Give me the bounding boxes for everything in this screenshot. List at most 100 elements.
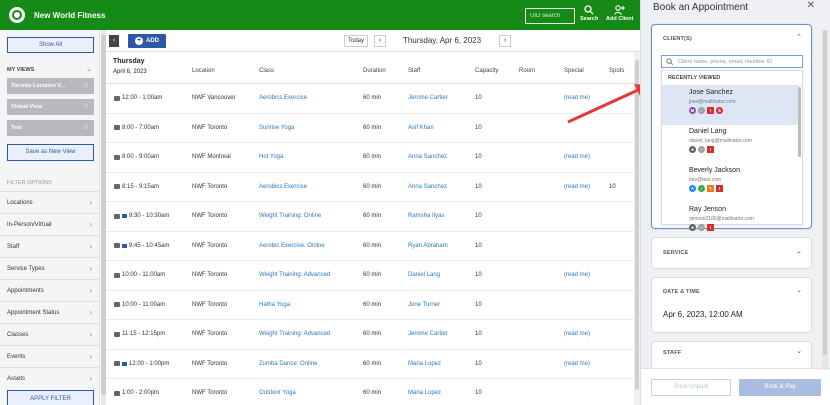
staff-cell[interactable]: Jerome Cartier: [408, 331, 448, 337]
class-cell[interactable]: Weight Training: Advanced: [259, 331, 330, 337]
table-row[interactable]: 10:00 - 11:00am NWF Toronto Hatha Yoga 60 m…: [106, 291, 640, 320]
staff-cell[interactable]: Maria Lopez: [408, 361, 441, 367]
class-cell[interactable]: Aerobic Exercise: Online: [259, 243, 325, 249]
filter-events[interactable]: Events ›: [0, 345, 100, 367]
add-client-button[interactable]: Add Client: [606, 5, 634, 22]
chevron-right-icon: ›: [89, 330, 92, 339]
service-section[interactable]: SERVICE ⌄: [651, 237, 812, 269]
add-button[interactable]: + ADD: [128, 34, 166, 48]
client-email: bev@test.com: [689, 177, 722, 183]
class-cell[interactable]: Outdoor Yoga: [259, 390, 296, 396]
save-new-view-button[interactable]: Save as New View: [7, 144, 94, 161]
table-row[interactable]: 11:15 - 12:15pm NWF Toronto Weight Trainin…: [106, 320, 640, 350]
status-badge-icon: ★: [689, 146, 696, 153]
staff-section[interactable]: STAFF ⌄: [651, 341, 812, 371]
class-cell[interactable]: Zumba Dance: Online: [259, 361, 317, 367]
special-cell[interactable]: (read me): [564, 361, 590, 367]
special-cell[interactable]: (read me): [564, 184, 590, 190]
star-icon[interactable]: ☆: [83, 99, 89, 115]
panel-scroll-thumb[interactable]: [823, 30, 827, 355]
chevron-up-icon[interactable]: ⌃: [796, 33, 802, 41]
star-icon[interactable]: ☆: [83, 78, 89, 94]
filter-staff[interactable]: Staff ›: [0, 235, 100, 257]
in-person-icon: [114, 390, 120, 396]
filter-in-person-virtual[interactable]: In-Person/Virtual ›: [0, 213, 100, 235]
view-item-virtual[interactable]: Virtual View ☆: [7, 99, 94, 115]
table-row[interactable]: 12:00 - 1:00pm NWF Toronto Zumba Dance: On…: [106, 350, 640, 379]
capacity-cell: 10: [475, 242, 482, 249]
chevron-down-icon[interactable]: ⌄: [796, 286, 802, 294]
datetime-section[interactable]: DATE & TIME ⌄ Apr 6, 2023, 12:00 AM: [651, 277, 812, 333]
view-item-toronto[interactable]: Toronto Location V... ☆: [7, 78, 94, 94]
chevron-right-icon: ›: [89, 198, 92, 207]
staff-cell[interactable]: Daniel Lang: [408, 272, 440, 278]
next-day-button[interactable]: ›: [499, 35, 511, 47]
class-cell[interactable]: Sunrise Yoga: [259, 125, 294, 131]
staff-cell[interactable]: Asif Khan: [408, 125, 434, 131]
search-icon: [666, 58, 673, 65]
book-unpaid-button[interactable]: Book Unpaid: [651, 379, 731, 396]
book-appointment-panel: Book an Appointment ✕ CLIENT(S) ⌃ RECENT…: [640, 0, 830, 405]
capacity-cell: 10: [475, 390, 482, 396]
table-row[interactable]: 1:00 - 2:00pm NWF Toronto Outdoor Yoga 60 m…: [106, 379, 640, 405]
top-bar: New World Fitness Search Add Client: [0, 0, 640, 30]
staff-cell[interactable]: Ryan Abraham: [408, 243, 448, 249]
search-button[interactable]: Search: [580, 5, 598, 22]
day-label: Thursday: [113, 58, 145, 65]
staff-cell[interactable]: Ramsha Ilyas: [408, 213, 444, 219]
filter-locations[interactable]: Locations ›: [0, 191, 100, 213]
table-row[interactable]: 10:00 - 11:00am NWF Toronto Weight Trainin…: [106, 261, 640, 291]
special-cell[interactable]: (read me): [564, 154, 590, 160]
class-cell[interactable]: Weight Training: Online: [259, 213, 321, 219]
status-badge-icon: M: [689, 107, 696, 114]
filter-classes[interactable]: Classes ›: [0, 323, 100, 345]
collapse-sidebar-button[interactable]: ‹: [109, 35, 119, 47]
class-cell[interactable]: Weight Training: Advanced: [259, 272, 330, 278]
filter-appointments[interactable]: Appointments ›: [0, 279, 100, 301]
class-cell[interactable]: Aerobics Exercise: [259, 184, 307, 190]
special-cell[interactable]: (read me): [564, 272, 590, 278]
class-cell[interactable]: Hatha Yoga: [259, 302, 290, 308]
staff-cell[interactable]: Jerome Cartier: [408, 95, 448, 101]
chevron-down-icon[interactable]: ⌄: [796, 347, 802, 355]
table-row[interactable]: 9:45 - 10:45am NWF Toronto Aerobic Exercis…: [106, 232, 640, 261]
class-cell[interactable]: Aerobics Exercise: [259, 95, 307, 101]
view-item-test[interactable]: Test ☆: [7, 120, 94, 136]
staff-cell[interactable]: Anna Sanchez: [408, 184, 447, 190]
filter-assets[interactable]: Assets ›: [0, 367, 100, 389]
staff-cell[interactable]: Jone Turner: [408, 302, 440, 308]
table-row[interactable]: 8:00 - 9:00am NWF Montreal Hot Yoga 60 min A…: [106, 143, 640, 173]
client-option[interactable]: Daniel Lang daniel_lang@mailinator.com ★ ✓!: [662, 125, 798, 164]
table-row[interactable]: 8:15 - 9:15am NWF Toronto Aerobics Exercis…: [106, 173, 640, 202]
star-icon[interactable]: ☆: [83, 120, 89, 136]
table-row[interactable]: 9:30 - 10:30am NWF Toronto Weight Training…: [106, 202, 640, 232]
uid-search-input[interactable]: [525, 8, 575, 24]
book-and-pay-button[interactable]: Book & Pay: [739, 379, 821, 396]
time-cell: 11:15 - 12:15pm: [114, 331, 165, 337]
client-option[interactable]: Beverly Jackson bev@test.com A ✓ ✎!: [662, 164, 798, 203]
filter-service-types[interactable]: Service Types ›: [0, 257, 100, 279]
my-views-chevron-icon[interactable]: ⌄: [86, 65, 92, 73]
filter-appointment-status[interactable]: Appointment Status ›: [0, 301, 100, 323]
status-badge-icon: ✎: [707, 185, 714, 192]
close-icon[interactable]: ✕: [807, 0, 815, 11]
special-cell[interactable]: (read me): [564, 331, 590, 337]
today-button[interactable]: Today: [344, 35, 368, 47]
client-email: rjenson3100@mailinator.com: [689, 216, 754, 222]
staff-cell[interactable]: Anna Sanchez: [408, 154, 447, 160]
show-all-button[interactable]: Show All: [7, 37, 94, 53]
client-email: jose@mailinator.com: [689, 99, 736, 105]
time-text: 8:00 - 7:00am: [122, 124, 160, 131]
chevron-down-icon[interactable]: ⌄: [796, 247, 802, 255]
prev-day-button[interactable]: ‹: [374, 35, 386, 47]
time-cell: 8:15 - 9:15am: [114, 184, 159, 190]
apply-filter-button[interactable]: APPLY FILTER: [7, 390, 94, 405]
client-badges: A ✓ ✎!: [689, 185, 723, 192]
staff-cell[interactable]: Maria Lopez: [408, 390, 441, 396]
client-search-input[interactable]: [661, 55, 803, 68]
in-person-icon: [114, 243, 120, 248]
client-option[interactable]: Jose Sanchez jose@mailinator.com M ✓! $: [662, 86, 798, 125]
dropdown-scrollbar[interactable]: [798, 87, 801, 157]
class-cell[interactable]: Hot Yoga: [259, 154, 283, 160]
status-badge-icon: ★: [689, 224, 696, 231]
